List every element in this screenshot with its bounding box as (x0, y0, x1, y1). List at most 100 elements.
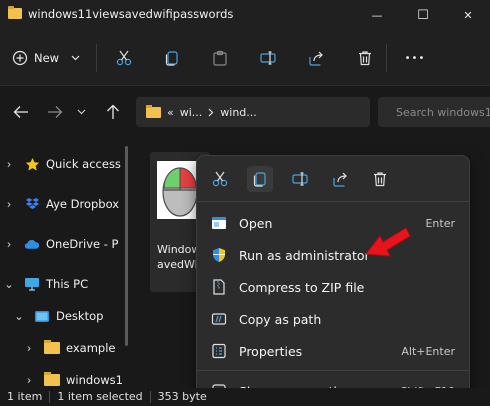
chevron-right-icon[interactable]: › (4, 157, 14, 171)
toolbar-divider (386, 44, 387, 72)
zip-icon (209, 277, 229, 297)
close-icon: ✕ (463, 8, 473, 22)
rename-icon (292, 172, 308, 186)
minimize-icon: — (371, 8, 383, 22)
copy-path-icon (209, 309, 229, 329)
menu-item-properties[interactable]: Properties Alt+Enter (201, 336, 465, 366)
delete-icon (374, 172, 386, 187)
arrow-right-icon (48, 106, 63, 118)
title-bar: windows11viewsavedwifipasswords — ☐ ✕ (0, 0, 490, 30)
menu-item-shortcut: Enter (425, 216, 455, 230)
minimize-button[interactable]: — (354, 0, 400, 30)
sidebar-item-this-pc[interactable]: ⌄ This PC (4, 272, 134, 296)
window-title: windows11viewsavedwifipasswords (28, 7, 234, 21)
breadcrumb-overflow[interactable]: « (167, 106, 174, 119)
shield-icon (209, 245, 229, 265)
toolbar-divider (96, 44, 97, 72)
item-count: 1 item (0, 391, 51, 403)
selection-count: 1 item selected (50, 391, 151, 403)
sidebar-item-label: Quick access (46, 157, 121, 171)
share-button[interactable] (306, 48, 326, 68)
share-icon (333, 172, 347, 187)
sidebar-item-dropbox[interactable]: › Aye Dropbox (4, 192, 134, 216)
sidebar-item-label: example (66, 341, 116, 355)
menu-item-label: Properties (239, 343, 303, 359)
open-icon (209, 213, 229, 233)
share-icon (309, 51, 323, 66)
menu-item-copy-as-path[interactable]: Copy as path (201, 304, 465, 334)
address-row: « wi... wind... Search windows11viewsave… (0, 86, 490, 138)
dropbox-icon (24, 196, 40, 212)
maximize-button[interactable]: ☐ (400, 0, 446, 30)
chevron-right-icon[interactable]: › (4, 237, 14, 251)
sidebar-item-label: Aye Dropbox (46, 197, 120, 211)
folder-icon (44, 372, 60, 386)
breadcrumb-segment[interactable]: wi... (180, 106, 203, 119)
menu-item-run-as-administrator[interactable]: Run as administrator (201, 240, 465, 270)
chevron-right-icon[interactable]: › (4, 197, 14, 211)
properties-icon (209, 341, 229, 361)
new-button[interactable]: New (12, 46, 80, 70)
paste-button[interactable] (210, 48, 230, 68)
sidebar-item-label: windows1 (66, 373, 123, 387)
chevron-down-icon[interactable]: ⌄ (14, 309, 24, 323)
copy-icon (165, 51, 178, 66)
menu-item-label: Compress to ZIP file (239, 279, 365, 295)
copy-button[interactable] (162, 48, 182, 68)
menu-item-label: Run as administrator (239, 247, 370, 263)
arrow-up-icon (107, 104, 119, 119)
recent-locations-button[interactable] (74, 102, 88, 122)
sidebar-scrollbar[interactable] (125, 146, 128, 346)
search-placeholder: Search windows11viewsavedwifipasswords (396, 105, 490, 119)
context-delete-button[interactable] (367, 166, 393, 192)
plus-circle-icon (12, 50, 28, 66)
sidebar-item-label: This PC (46, 277, 89, 291)
arrow-left-icon (13, 106, 28, 118)
context-cut-button[interactable] (207, 166, 233, 192)
chevron-right-icon[interactable]: › (24, 341, 34, 355)
sidebar-item-label: OneDrive - P (46, 237, 119, 251)
selection-size: 353 byte (157, 390, 207, 403)
menu-divider (197, 370, 469, 371)
chevron-right-icon[interactable]: › (24, 373, 34, 387)
back-button[interactable] (10, 102, 32, 122)
rename-button[interactable] (258, 48, 278, 68)
context-copy-button[interactable] (247, 166, 273, 192)
menu-item-open[interactable]: Open Enter (201, 208, 465, 238)
cut-icon (212, 171, 228, 187)
star-icon (24, 156, 40, 172)
context-menu-quick-actions (197, 156, 469, 202)
delete-icon (359, 51, 371, 66)
maximize-icon: ☐ (417, 7, 429, 23)
status-bar: 1 item 1 item selected 353 byte (0, 388, 490, 406)
more-options-button[interactable]: ••• (400, 48, 430, 68)
more-icon: ••• (404, 52, 426, 64)
breadcrumb-segment[interactable]: wind... (220, 106, 257, 119)
new-button-label: New (34, 51, 60, 65)
search-box[interactable]: Search windows11viewsavedwifipasswords (378, 97, 490, 127)
annotation-arrow-icon (365, 227, 411, 257)
up-button[interactable] (102, 102, 124, 122)
chevron-down-icon[interactable]: ⌄ (4, 277, 14, 291)
close-button[interactable]: ✕ (446, 0, 490, 30)
chevron-right-icon (208, 108, 214, 116)
folder-icon (44, 340, 60, 354)
cut-button[interactable] (114, 48, 134, 68)
menu-item-compress-zip[interactable]: Compress to ZIP file (201, 272, 465, 302)
context-share-button[interactable] (327, 166, 353, 192)
delete-button[interactable] (355, 48, 375, 68)
menu-item-label: Copy as path (239, 311, 322, 327)
chevron-down-icon (71, 55, 80, 61)
cut-icon (116, 50, 132, 66)
forward-button[interactable] (44, 102, 66, 122)
command-bar: New ••• (0, 30, 490, 86)
folder-icon (146, 104, 161, 118)
sidebar-item-onedrive[interactable]: › OneDrive - P (4, 232, 134, 256)
paste-icon (213, 50, 227, 66)
context-rename-button[interactable] (287, 166, 313, 192)
copy-icon (253, 172, 266, 187)
sidebar-item-quick-access[interactable]: › Quick access (4, 152, 134, 176)
address-bar[interactable]: « wi... wind... (136, 97, 370, 127)
sidebar-item-label: Desktop (56, 309, 104, 323)
navigation-pane: › Quick access › Aye Dropbox › OneDrive … (0, 140, 130, 388)
